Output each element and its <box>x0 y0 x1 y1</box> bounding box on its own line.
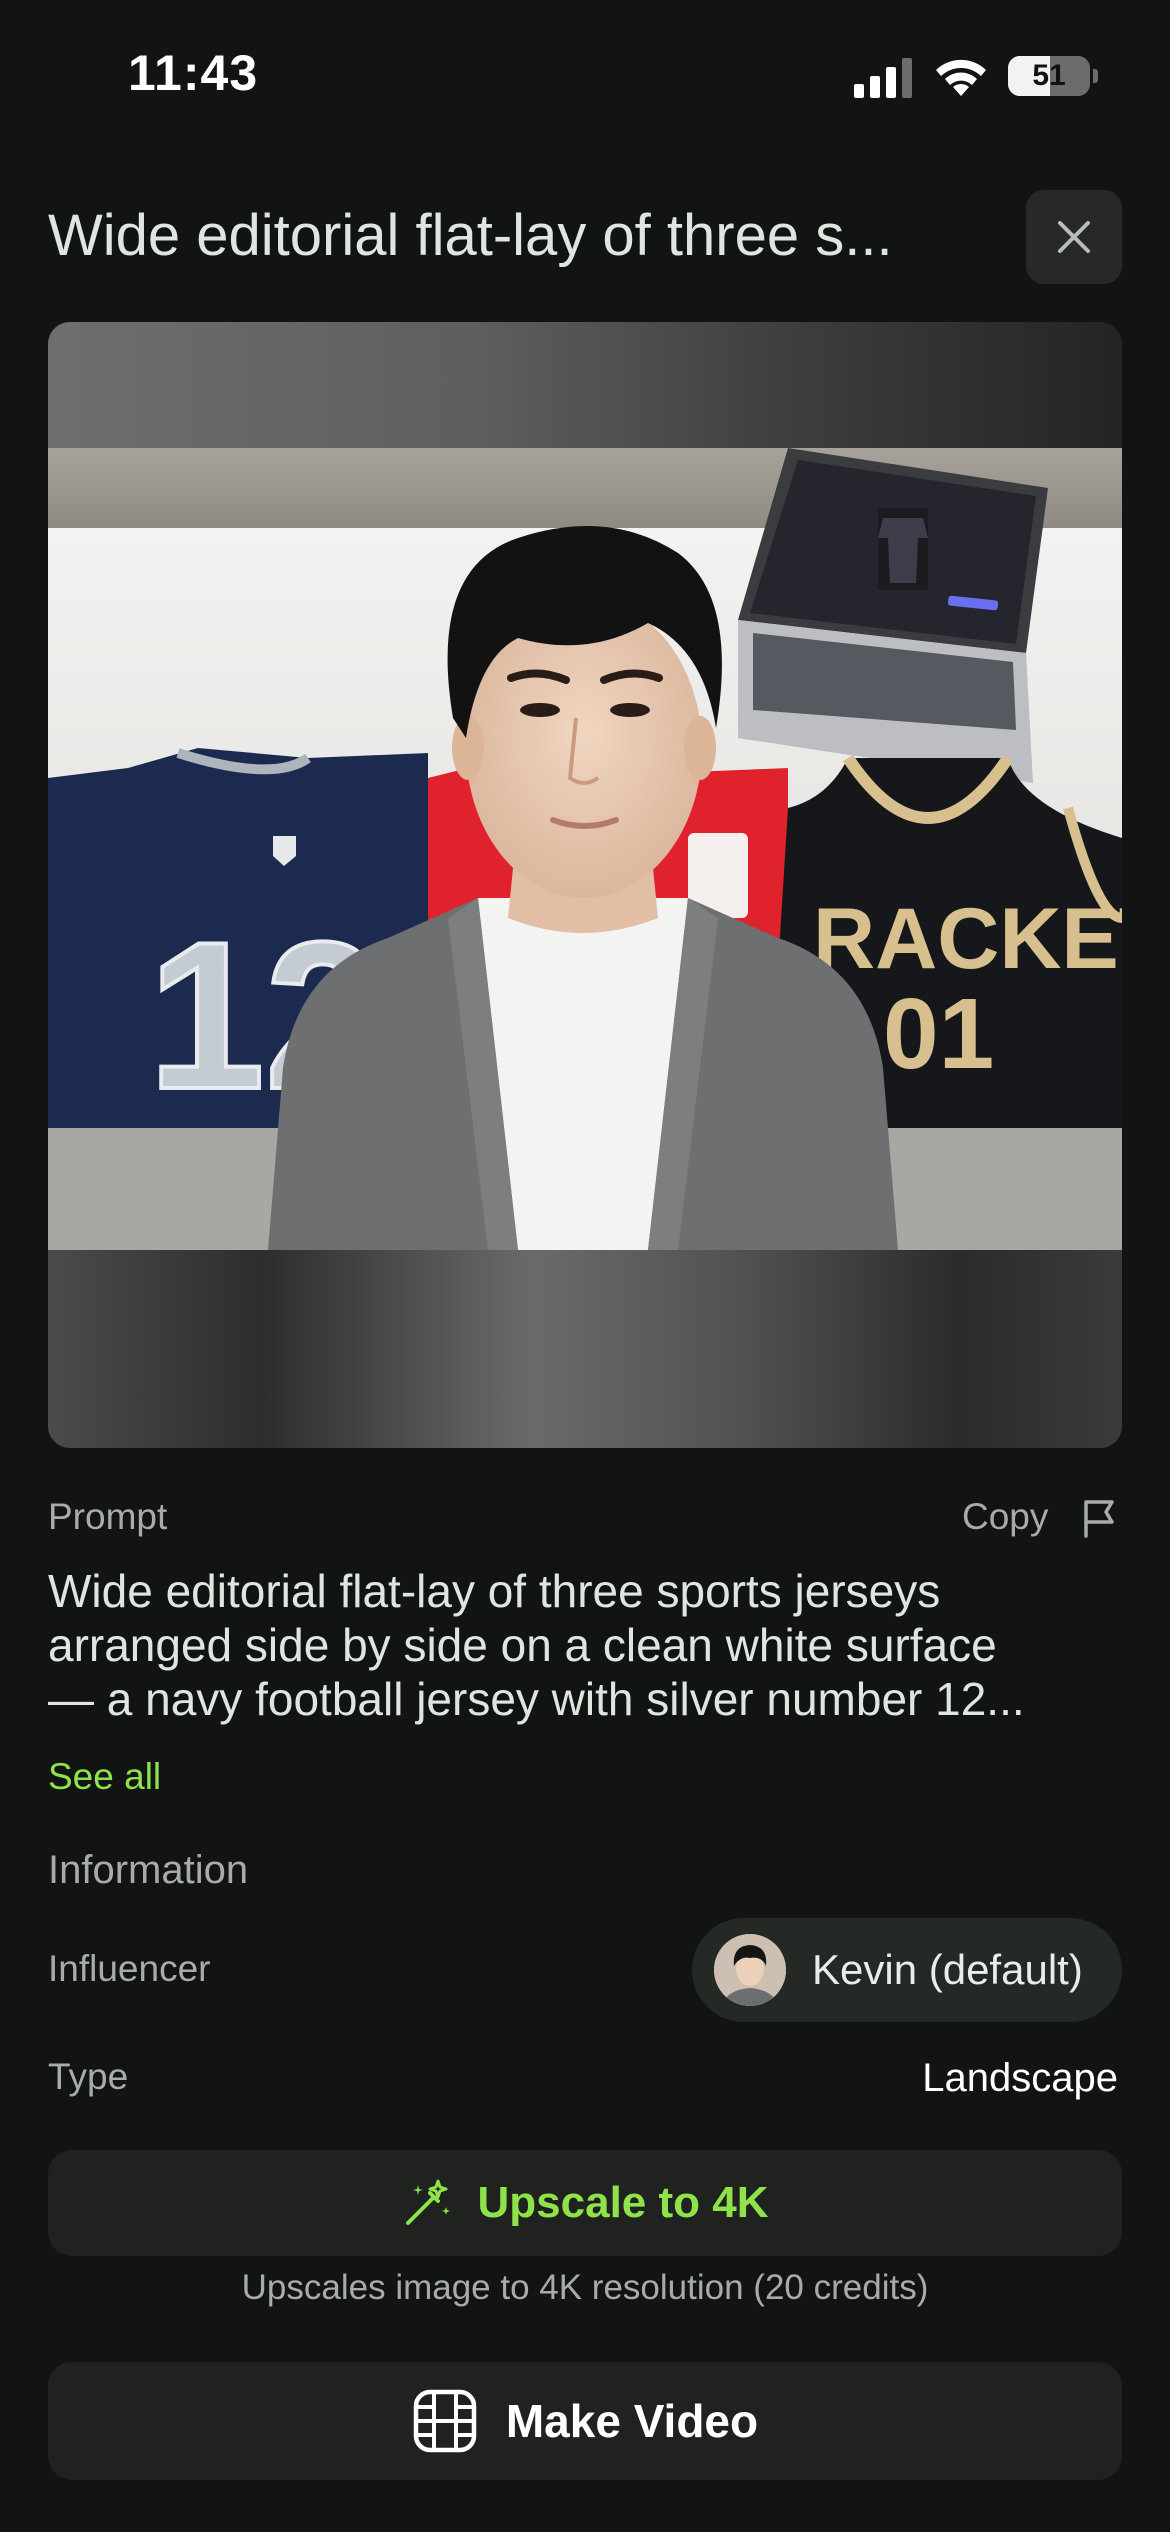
magic-wand-icon <box>405 2179 450 2225</box>
jersey-right-text: RACKETS <box>813 891 1122 987</box>
prompt-line: Wide editorial flat-lay of three sports … <box>48 1565 941 1617</box>
battery-indicator: 51 <box>1008 56 1090 96</box>
close-button[interactable] <box>1026 190 1122 284</box>
copy-button[interactable]: Copy <box>962 1496 1048 1538</box>
upscale-button-label: Upscale to 4K <box>477 2178 769 2227</box>
image-blur-bottom <box>48 1250 1122 1448</box>
influencer-name: Kevin (default) <box>812 1946 1083 1993</box>
flag-icon[interactable] <box>1082 1498 1116 1538</box>
wifi-icon <box>936 59 986 96</box>
prompt-label: Prompt <box>48 1496 168 1537</box>
upscale-note: Upscales image to 4K resolution (20 cred… <box>241 2268 929 2307</box>
battery-level: 51 <box>1032 59 1066 92</box>
prompt-line: — a navy football jersey with silver num… <box>48 1673 1025 1725</box>
make-video-label: Make Video <box>505 2395 759 2447</box>
influencer-label: Influencer <box>48 1948 211 1989</box>
status-time: 11:43 <box>128 45 259 101</box>
generated-image: 12 RACKETS 01 <box>48 448 1122 1250</box>
prompt-text: Wide editorial flat-lay of three sports … <box>48 1564 1128 1726</box>
image-detail-screen: 11:43 51 Wide editorial flat-lay of thre… <box>0 0 1170 2532</box>
film-icon <box>413 2389 477 2453</box>
upscale-button[interactable]: Upscale to 4K <box>48 2150 1122 2256</box>
jersey-right-number: 01 <box>883 978 994 1090</box>
battery-cap <box>1093 69 1098 83</box>
status-bar: 11:43 51 <box>0 0 1170 150</box>
type-label: Type <box>48 2056 129 2097</box>
image-blur-top <box>48 322 1122 448</box>
page-title: Wide editorial flat-lay of three s... <box>48 203 893 268</box>
close-icon <box>1058 221 1090 253</box>
cellular-signal-icon <box>854 58 912 98</box>
influencer-chip[interactable]: Kevin (default) <box>692 1918 1122 2022</box>
type-value: Landscape <box>922 2056 1118 2100</box>
information-heading: Information <box>48 1848 249 1892</box>
see-all-link[interactable]: See all <box>48 1756 161 1798</box>
make-video-button[interactable]: Make Video <box>48 2362 1122 2480</box>
generated-image-card[interactable]: 12 RACKETS 01 <box>48 322 1122 1448</box>
avatar <box>714 1934 786 2006</box>
prompt-line: arranged side by side on a clean white s… <box>48 1619 997 1671</box>
